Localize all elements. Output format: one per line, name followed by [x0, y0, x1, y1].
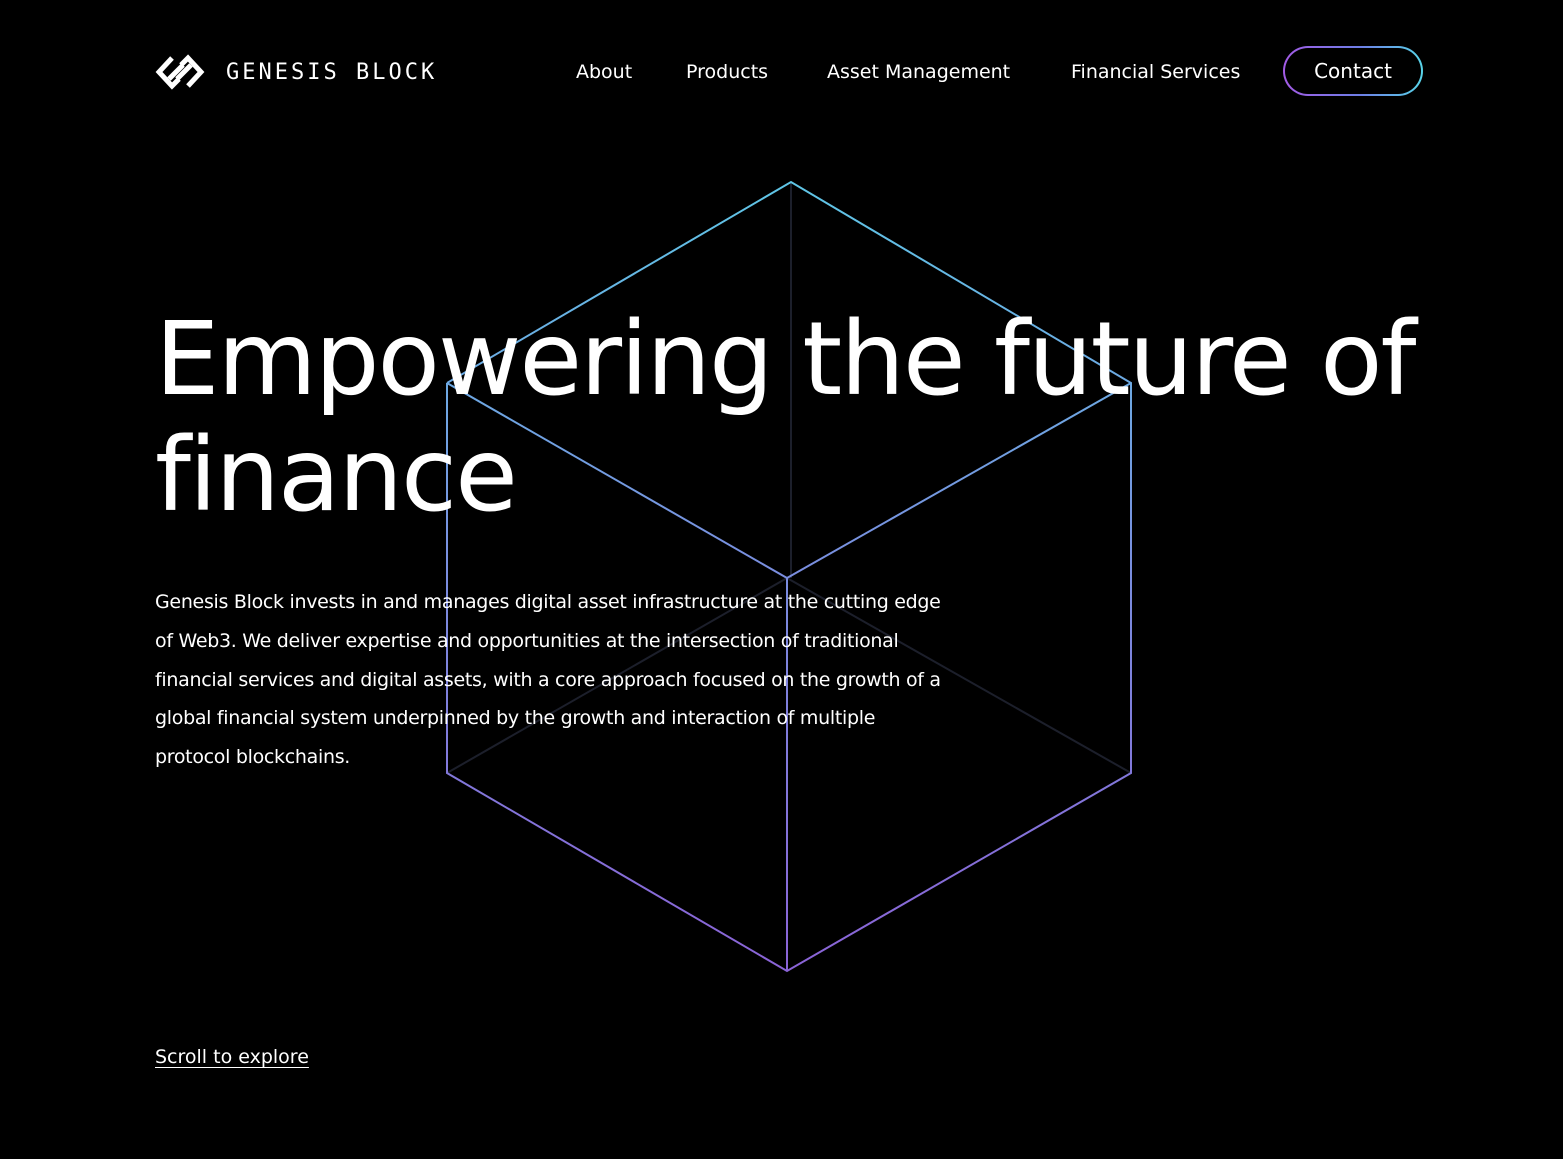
- hero-title: Empowering the future of finance: [155, 300, 1416, 535]
- hero-description: Genesis Block invests in and manages dig…: [155, 591, 941, 769]
- nav-item-asset-management: Asset Management: [827, 45, 1010, 99]
- nav-item-financial-services: Financial Services: [1071, 45, 1240, 99]
- nav-item-about: About: [576, 45, 632, 99]
- nav-link-products[interactable]: Products: [686, 61, 768, 83]
- nav-item-products: Products: [686, 45, 768, 99]
- genesis-block-logo-icon: [155, 54, 205, 90]
- brand-name: GENESIS BLOCK: [226, 59, 438, 85]
- contact-button[interactable]: Contact: [1283, 46, 1423, 96]
- brand-logo-link[interactable]: GENESIS BLOCK: [155, 45, 437, 99]
- site-header: GENESIS BLOCK About Products Asset Manag…: [155, 45, 1423, 99]
- contact-button-label: Contact: [1285, 48, 1421, 94]
- wireframe-cube-graphic: [446, 180, 1132, 973]
- scroll-to-explore-link[interactable]: Scroll to explore: [155, 1046, 309, 1068]
- nav-link-financial-services[interactable]: Financial Services: [1071, 61, 1240, 83]
- nav-link-asset-management[interactable]: Asset Management: [827, 61, 1010, 83]
- nav-link-about[interactable]: About: [576, 61, 632, 83]
